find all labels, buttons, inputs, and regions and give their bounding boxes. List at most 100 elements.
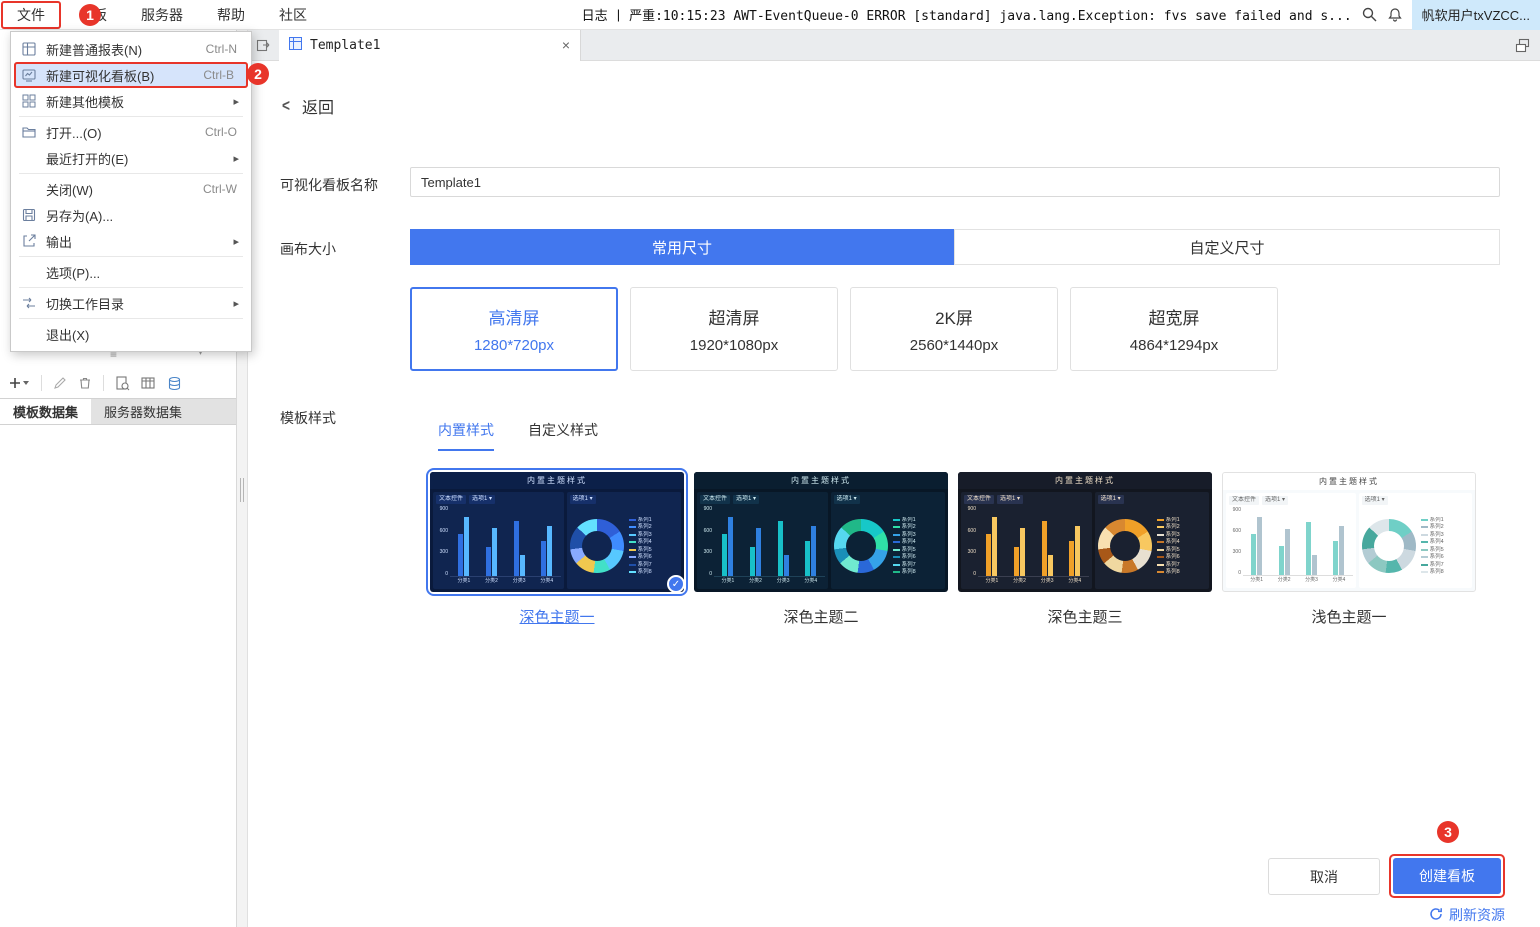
- file-menu-item[interactable]: 新建可视化看板(B)Ctrl-B: [14, 62, 248, 88]
- legend-item: 系列2: [1157, 524, 1180, 531]
- theme-option[interactable]: 内置主题样式文本控件选项1 ▾9006003000分类1分类2分类3分类4选项1…: [691, 472, 951, 627]
- legend-label: 系列8: [1430, 569, 1444, 576]
- splitter-grip[interactable]: [240, 478, 244, 502]
- theme-thumbnail[interactable]: 内置主题样式文本控件选项1 ▾9006003000分类1分类2分类3分类4选项1…: [958, 472, 1212, 592]
- preview-control: 文本控件: [1229, 496, 1259, 505]
- file-menu-item[interactable]: 选项(P)...: [11, 259, 251, 285]
- legend-label: 系列7: [1430, 562, 1444, 569]
- add-dataset-button[interactable]: [10, 376, 30, 390]
- bar: [1257, 517, 1262, 575]
- legend-swatch: [629, 564, 636, 566]
- preview-donut-row: 系列1系列2系列3系列4系列5系列6系列7系列8: [1362, 507, 1469, 585]
- tab-template1[interactable]: Template1 ×: [279, 30, 581, 61]
- legend-item: 系列3: [1421, 532, 1444, 539]
- tab-overview-icon[interactable]: [256, 38, 271, 53]
- legend-item: 系列1: [1421, 517, 1444, 524]
- file-menu-item[interactable]: 切换工作目录▸: [11, 290, 251, 316]
- theme-name[interactable]: 深色主题一: [427, 606, 687, 627]
- search-icon[interactable]: [1361, 6, 1378, 23]
- preview-bar-chart: 9006003000分类1分类2分类3分类4: [436, 506, 561, 586]
- user-account-chip[interactable]: 帆软用户txVZCC...: [1412, 0, 1540, 30]
- file-menu-item[interactable]: 另存为(A)...: [11, 202, 251, 228]
- new-dashboard-icon: [19, 67, 39, 83]
- size-card[interactable]: 2K屏2560*1440px: [850, 287, 1058, 371]
- theme-preview: 内置主题样式文本控件选项1 ▾9006003000分类1分类2分类3分类4选项1…: [1222, 472, 1476, 592]
- theme-thumbnail[interactable]: 内置主题样式文本控件选项1 ▾9006003000分类1分类2分类3分类4选项1…: [694, 472, 948, 592]
- theme-option[interactable]: 内置主题样式文本控件选项1 ▾9006003000分类1分类2分类3分类4选项1…: [1219, 472, 1479, 627]
- theme-option[interactable]: 内置主题样式文本控件选项1 ▾9006003000分类1分类2分类3分类4选项1…: [427, 472, 687, 627]
- file-menu-item[interactable]: 打开...(O)Ctrl-O: [11, 119, 251, 145]
- legend-item: 系列7: [629, 562, 652, 569]
- back-button[interactable]: < 返回: [281, 94, 334, 118]
- bar-group: [1306, 507, 1317, 575]
- bar: [1285, 529, 1290, 575]
- file-menu-item[interactable]: 输出▸: [11, 228, 251, 254]
- legend-item: 系列7: [1421, 562, 1444, 569]
- float-pane-icon[interactable]: [1515, 38, 1530, 53]
- size-card[interactable]: 高清屏1280*720px: [410, 287, 618, 371]
- blank-icon: [19, 264, 39, 280]
- category-label: 分类2: [1013, 577, 1026, 586]
- theme-preview-body: 文本控件选项1 ▾9006003000分类1分类2分类3分类4选项1 ▾系列1系…: [1223, 490, 1475, 591]
- refresh-resources-link[interactable]: 刷新资源: [1429, 905, 1505, 925]
- size-mode-button[interactable]: 自定义尺寸: [954, 229, 1500, 265]
- category-label: 分类3: [1305, 576, 1318, 585]
- category-label: 分类4: [1332, 576, 1345, 585]
- menubar-item[interactable]: 社区: [262, 0, 324, 30]
- theme-name[interactable]: 深色主题二: [691, 606, 951, 627]
- style-tab[interactable]: 内置样式: [438, 420, 494, 451]
- size-card[interactable]: 超清屏1920*1080px: [630, 287, 838, 371]
- legend-label: 系列1: [902, 517, 916, 524]
- menubar-item[interactable]: 文件: [0, 0, 62, 30]
- category-label: 分类2: [485, 577, 498, 586]
- theme-preview-body: 文本控件选项1 ▾9006003000分类1分类2分类3分类4选项1 ▾系列1系…: [958, 489, 1212, 592]
- sidebar-tab[interactable]: 模板数据集: [0, 399, 91, 424]
- size-mode-button[interactable]: 常用尺寸: [410, 229, 954, 265]
- create-dashboard-button[interactable]: 创建看板: [1393, 858, 1501, 894]
- axis-tick: 600: [1229, 528, 1241, 534]
- file-menu-item-label: 另存为(A)...: [46, 206, 113, 225]
- log-label[interactable]: 日志: [582, 5, 608, 24]
- log-error-message[interactable]: 严重:10:15:23 AWT-EventQueue-0 ERROR [stan…: [629, 5, 1352, 24]
- menubar: 文件模板服务器帮助社区 日志 | 严重:10:15:23 AWT-EventQu…: [0, 0, 1540, 30]
- dashboard-name-label: 可视化看板名称: [280, 175, 378, 195]
- tab-close-icon[interactable]: ×: [562, 38, 570, 52]
- create-button-highlight: 创建看板: [1389, 854, 1505, 898]
- theme-option[interactable]: 内置主题样式文本控件选项1 ▾9006003000分类1分类2分类3分类4选项1…: [955, 472, 1215, 627]
- database-connection-button[interactable]: [167, 376, 182, 391]
- edit-table-button[interactable]: [141, 376, 156, 391]
- preview-x-labels: 分类1分类2分类3分类4: [1243, 576, 1353, 585]
- step-badge-1: 1: [79, 4, 101, 26]
- preview-donut-panel: 选项1 ▾系列1系列2系列3系列4系列5系列6系列7系列8: [1359, 493, 1472, 588]
- legend-swatch: [1157, 549, 1164, 551]
- dashboard-name-input[interactable]: [410, 167, 1500, 197]
- delete-dataset-button[interactable]: [78, 376, 92, 390]
- theme-name[interactable]: 深色主题三: [955, 606, 1215, 627]
- category-label: 分类1: [457, 577, 470, 586]
- file-menu-item[interactable]: 新建普通报表(N)Ctrl-N: [11, 36, 251, 62]
- edit-dataset-button[interactable]: [53, 376, 67, 390]
- legend-label: 系列4: [902, 539, 916, 546]
- legend-swatch: [1421, 526, 1428, 528]
- legend-item: 系列7: [893, 562, 916, 569]
- theme-name[interactable]: 浅色主题一: [1219, 606, 1479, 627]
- sidebar-tab[interactable]: 服务器数据集: [91, 399, 195, 424]
- cancel-button[interactable]: 取消: [1268, 858, 1380, 895]
- menubar-item[interactable]: 帮助: [200, 0, 262, 30]
- file-menu-item[interactable]: 退出(X): [11, 321, 251, 347]
- theme-thumbnail[interactable]: 内置主题样式文本控件选项1 ▾9006003000分类1分类2分类3分类4选项1…: [1222, 472, 1476, 592]
- theme-preview-body: 文本控件选项1 ▾9006003000分类1分类2分类3分类4选项1 ▾系列1系…: [694, 489, 948, 592]
- size-card[interactable]: 超宽屏4864*1294px: [1070, 287, 1278, 371]
- preview-y-axis: 9006003000: [700, 506, 714, 586]
- legend-label: 系列5: [1430, 547, 1444, 554]
- notification-bell-icon[interactable]: [1387, 7, 1403, 23]
- menubar-item[interactable]: 服务器: [124, 0, 200, 30]
- preview-dataset-button[interactable]: [115, 376, 130, 391]
- style-tab[interactable]: 自定义样式: [528, 420, 598, 451]
- donut-hole: [846, 531, 876, 561]
- file-menu-item[interactable]: 最近打开的(E)▸: [11, 145, 251, 171]
- file-menu-item[interactable]: 新建其他模板▸: [11, 88, 251, 114]
- legend-item: 系列8: [1157, 569, 1180, 576]
- file-menu-item[interactable]: 关闭(W)Ctrl-W: [11, 176, 251, 202]
- theme-thumbnail[interactable]: 内置主题样式文本控件选项1 ▾9006003000分类1分类2分类3分类4选项1…: [430, 472, 684, 592]
